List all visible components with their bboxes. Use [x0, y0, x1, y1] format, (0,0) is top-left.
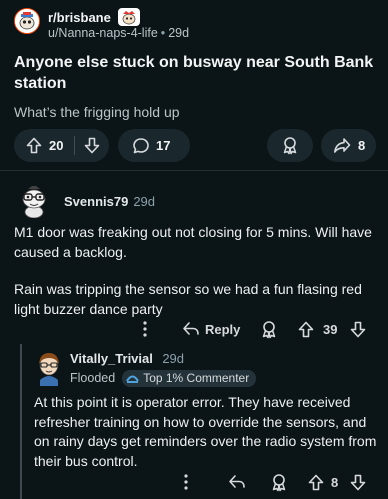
post-body: What’s the frigging hold up [14, 104, 180, 120]
comment2-age: 29d [162, 351, 185, 366]
downvote-icon[interactable] [350, 470, 366, 494]
comment1-avatar[interactable] [18, 184, 50, 219]
comment2-username[interactable]: Vitally_Trivial [70, 351, 153, 366]
comment1-paragraph: M1 door was freaking out not closing for… [14, 224, 372, 260]
comment1-username[interactable]: Svennis79 [64, 194, 128, 209]
award-icon [281, 136, 299, 155]
post-author[interactable]: u/Nanna-naps-4-life [48, 26, 158, 40]
comment2-vote-count: 8 [331, 474, 339, 490]
upvote-icon[interactable] [26, 137, 42, 154]
comment2-avatar[interactable] [36, 350, 62, 386]
share-icon [333, 137, 351, 154]
reply-label: Reply [205, 321, 241, 337]
comment2-body: At this point it is operator error. They… [34, 394, 377, 469]
top-commenter-label: Top 1% Commenter [143, 371, 250, 385]
upvote-count: 20 [49, 138, 64, 153]
user-flair: Flooded [70, 371, 116, 385]
post-header: r/brisbane u/Nanna-naps-4-life • 29d [14, 8, 189, 41]
subreddit-name[interactable]: r/brisbane [48, 10, 111, 25]
award-icon[interactable] [260, 317, 278, 341]
more-icon[interactable] [142, 317, 148, 341]
comment-count: 17 [156, 138, 171, 153]
reply-icon[interactable] [228, 470, 246, 494]
vote-pill: 20 [14, 129, 109, 162]
downvote-icon[interactable] [84, 137, 100, 154]
upvote-icon[interactable] [308, 470, 324, 494]
more-icon[interactable] [183, 470, 189, 494]
comment1-actions: Reply 39 [0, 317, 388, 341]
meta-separator: • [160, 26, 166, 40]
comment1-vote-count: 39 [323, 321, 338, 337]
comment1-header: Svennis79 29d [18, 184, 156, 219]
vote-divider [74, 136, 75, 155]
share-count: 8 [358, 138, 366, 153]
award-button[interactable] [267, 129, 313, 162]
award-icon[interactable] [270, 470, 288, 494]
upvote-icon[interactable] [298, 317, 314, 341]
comment1-age: 29d [133, 193, 156, 209]
post-action-bar: 20 17 8 [14, 129, 376, 162]
post-title: Anyone else stuck on busway near South B… [14, 54, 374, 92]
comment-icon [132, 137, 150, 155]
reply-icon [182, 321, 200, 337]
post-age: 29d [168, 26, 190, 40]
comment2-actions: 8 [0, 470, 388, 494]
subreddit-badge-icon [117, 8, 140, 26]
comments-button[interactable]: 17 [118, 129, 190, 162]
comment2-header: Vitally_Trivial 29d Flooded Top 1% Comme… [36, 350, 257, 387]
subreddit-avatar[interactable] [14, 8, 40, 34]
top-commenter-badge[interactable]: Top 1% Commenter [122, 369, 257, 387]
share-button[interactable]: 8 [321, 129, 376, 162]
reply-button[interactable]: Reply [182, 317, 240, 341]
top-commenter-icon [126, 373, 140, 384]
post-divider [0, 170, 388, 171]
comment1-paragraph: Rain was tripping the sensor so we had a… [14, 281, 362, 317]
downvote-icon[interactable] [350, 317, 366, 341]
